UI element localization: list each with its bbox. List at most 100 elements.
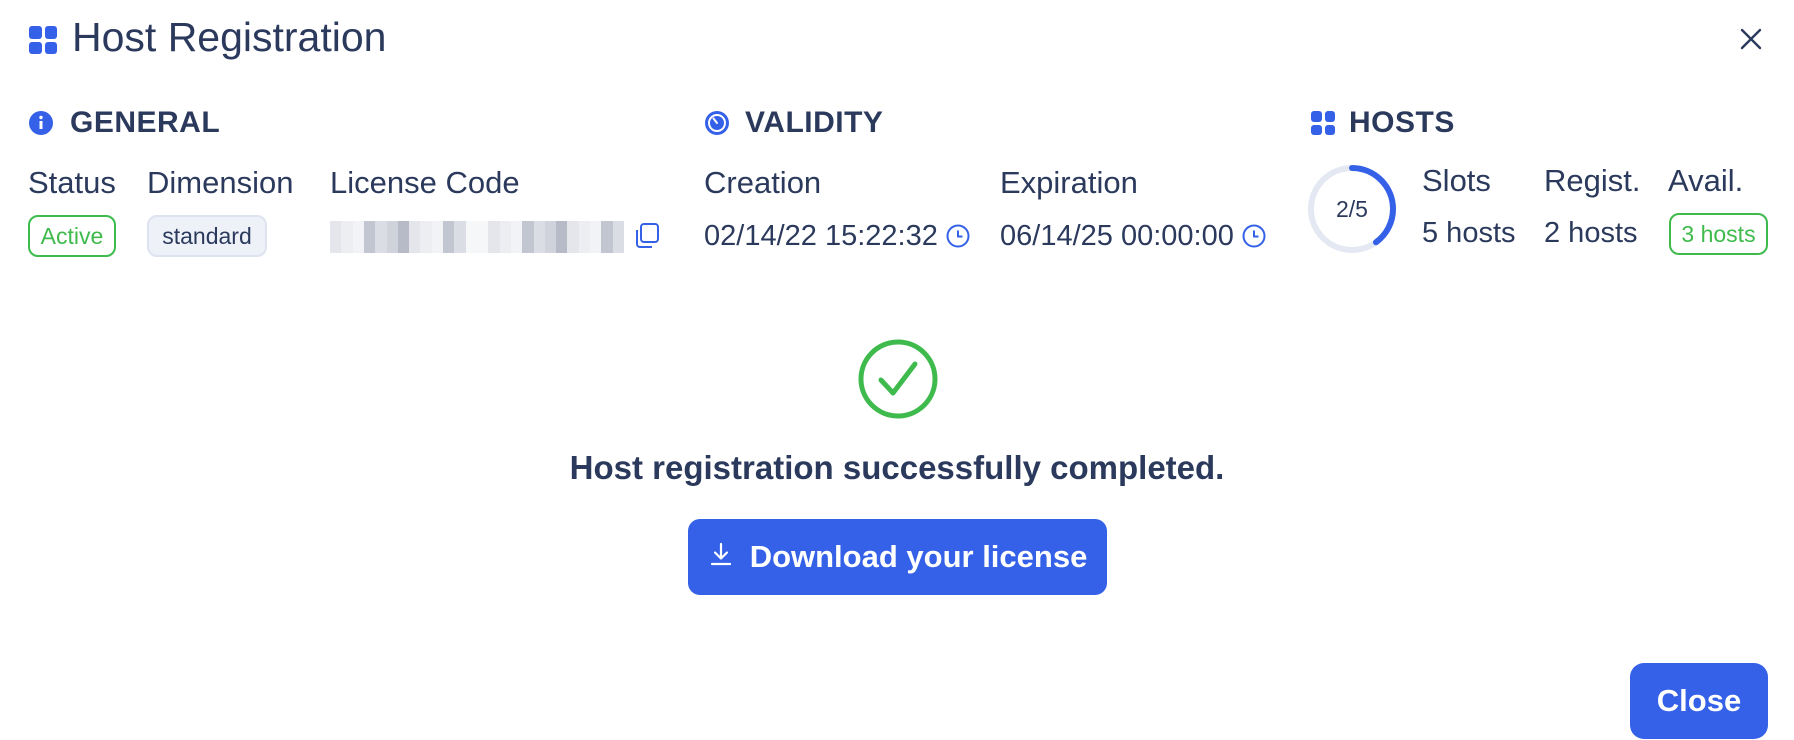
obscured-pixel: [375, 242, 387, 253]
obscured-pixel: [341, 242, 353, 253]
obscured-pixel: [567, 231, 579, 243]
obscured-pixel: [477, 242, 489, 253]
obscured-pixel: [465, 221, 477, 232]
obscured-pixel: [601, 231, 613, 243]
slots-value: 5 hosts: [1422, 217, 1516, 249]
obscured-pixel: [510, 242, 523, 253]
obscured-pixel: [397, 221, 410, 232]
obscured-pixel: [612, 242, 624, 253]
obscured-pixel: [499, 231, 511, 243]
obscured-pixel: [510, 221, 523, 232]
obscured-pixel: [352, 242, 364, 253]
obscured-pixel: [522, 221, 534, 232]
obscured-pixel: [443, 231, 455, 243]
license-code-label: License Code: [330, 165, 520, 200]
obscured-pixel: [352, 221, 364, 232]
obscured-pixel: [510, 231, 523, 243]
close-icon[interactable]: [1736, 24, 1766, 54]
obscured-pixel: [567, 221, 579, 232]
obscured-pixel: [330, 242, 342, 253]
obscured-pixel: [544, 221, 557, 232]
grid-icon: [1311, 111, 1335, 135]
obscured-pixel: [431, 231, 444, 243]
obscured-pixel: [544, 242, 557, 253]
expiration-label: Expiration: [1000, 165, 1138, 200]
obscured-pixel: [465, 242, 477, 253]
obscured-pixel: [522, 231, 534, 243]
obscured-pixel: [454, 221, 466, 232]
download-icon: [708, 539, 734, 575]
obscured-pixel: [578, 231, 591, 243]
download-label: Download your license: [749, 539, 1088, 574]
obscured-pixel: [420, 242, 432, 253]
obscured-pixel: [420, 231, 432, 243]
status-badge: Active: [28, 215, 116, 257]
obscured-pixel: [556, 231, 568, 243]
obscured-pixel: [533, 221, 545, 232]
copy-icon[interactable]: [634, 222, 660, 250]
download-license-button[interactable]: Download your license: [688, 519, 1107, 595]
obscured-pixel: [601, 221, 613, 232]
validity-heading: VALIDITY: [745, 106, 884, 139]
obscured-pixel: [352, 231, 364, 243]
available-badge: 3 hosts: [1669, 213, 1768, 255]
obscured-pixel: [409, 231, 421, 243]
close-button[interactable]: Close: [1630, 663, 1768, 739]
obscured-pixel: [454, 242, 466, 253]
obscured-pixel: [363, 221, 376, 232]
obscured-pixel: [533, 242, 545, 253]
obscured-pixel: [409, 242, 421, 253]
obscured-pixel: [590, 242, 602, 253]
obscured-pixel: [578, 221, 591, 232]
check-circle-icon: [857, 338, 939, 420]
available-label: Avail.: [1668, 163, 1744, 198]
host-registration-icon: [29, 26, 57, 54]
obscured-pixel: [443, 242, 455, 253]
dimension-badge: standard: [147, 215, 267, 257]
obscured-pixel: [375, 231, 387, 243]
obscured-pixel: [341, 221, 353, 232]
obscured-pixel: [578, 242, 591, 253]
general-heading: GENERAL: [70, 106, 221, 139]
obscured-pixel: [386, 221, 398, 232]
obscured-pixel: [556, 242, 568, 253]
obscured-pixel: [488, 221, 500, 232]
obscured-pixel: [420, 221, 432, 232]
dialog-title: Host Registration: [72, 14, 387, 60]
obscured-pixel: [601, 242, 613, 253]
obscured-pixel: [499, 242, 511, 253]
obscured-pixel: [612, 231, 624, 243]
obscured-pixel: [567, 242, 579, 253]
creation-value: 02/14/22 15:22:32: [704, 220, 938, 252]
hosts-gauge: 2/5: [1306, 163, 1398, 255]
obscured-pixel: [590, 231, 602, 243]
stopwatch-icon: [705, 111, 729, 135]
obscured-pixel: [443, 221, 455, 232]
obscured-pixel: [533, 231, 545, 243]
obscured-pixel: [544, 231, 557, 243]
obscured-pixel: [465, 231, 477, 243]
status-label: Status: [28, 165, 116, 200]
dimension-label: Dimension: [147, 165, 294, 200]
hosts-heading: HOSTS: [1349, 106, 1455, 139]
obscured-pixel: [488, 242, 500, 253]
expiration-value: 06/14/25 00:00:00: [1000, 220, 1234, 252]
clock-icon: [1242, 224, 1266, 248]
obscured-pixel: [363, 231, 376, 243]
obscured-pixel: [363, 242, 376, 253]
info-icon: [29, 111, 53, 135]
slots-label: Slots: [1422, 163, 1491, 198]
obscured-pixel: [330, 221, 342, 232]
obscured-pixel: [477, 221, 489, 232]
registered-value: 2 hosts: [1544, 217, 1638, 249]
obscured-pixel: [590, 221, 602, 232]
obscured-pixel: [330, 231, 342, 243]
license-code-obscured: [330, 221, 624, 253]
obscured-pixel: [397, 231, 410, 243]
obscured-pixel: [409, 221, 421, 232]
obscured-pixel: [431, 221, 444, 232]
success-message: Host registration successfully completed…: [569, 449, 1225, 486]
obscured-pixel: [556, 221, 568, 232]
obscured-pixel: [477, 231, 489, 243]
obscured-pixel: [522, 242, 534, 253]
